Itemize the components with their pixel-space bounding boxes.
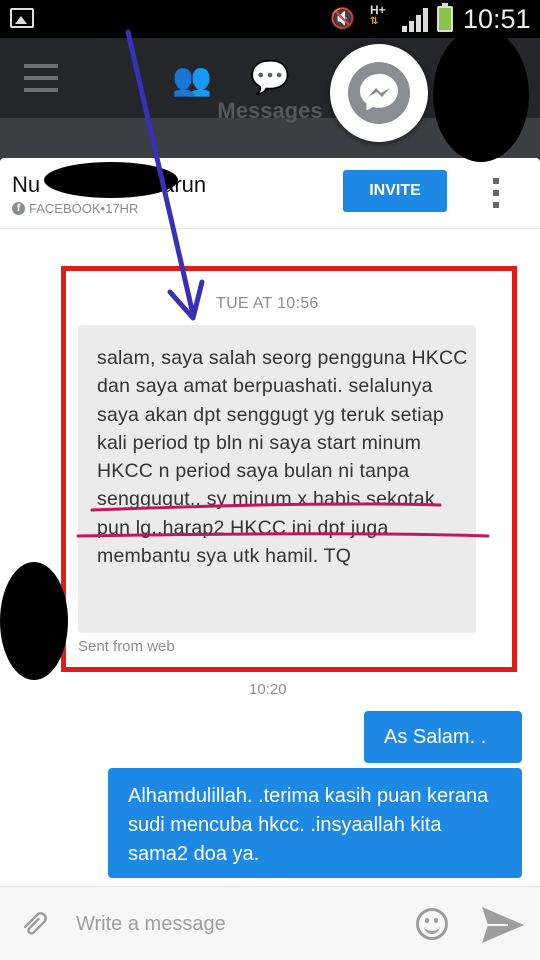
gallery-icon — [10, 8, 34, 28]
facebook-icon: f — [12, 202, 25, 215]
outgoing-message-bubble[interactable]: Alhamdulillah. .terima kasih puan kerana… — [108, 768, 522, 878]
signal-icon — [402, 8, 430, 32]
chat-icon[interactable]: 💬 — [250, 58, 290, 96]
contact-source: f FACEBOOK • 17HR — [12, 201, 138, 216]
outgoing-message-bubble[interactable]: As Salam. . — [364, 711, 522, 763]
message-composer — [0, 886, 540, 960]
status-bar: 🔇 H+ ⇅ 10:51 — [0, 0, 540, 38]
paperclip-icon[interactable] — [12, 901, 57, 946]
friends-icon[interactable]: 👥 — [172, 60, 212, 98]
overflow-menu-icon[interactable] — [493, 178, 499, 208]
redaction-mark — [433, 28, 529, 162]
contact-source-label: FACEBOOK — [29, 201, 101, 216]
highlight-box — [61, 266, 517, 672]
vibrate-mute-icon: 🔇 — [330, 8, 355, 30]
data-arrows-icon: ⇅ — [370, 16, 379, 27]
divider — [0, 228, 540, 229]
send-icon[interactable] — [480, 905, 526, 945]
contact-last-active: 17HR — [105, 201, 139, 216]
contact-name-start: Nu — [12, 172, 41, 197]
redaction-mark — [44, 162, 178, 198]
conversation-panel: Nu arun f FACEBOOK • 17HR INVITE TUE AT 1… — [0, 158, 540, 960]
emoji-icon[interactable] — [416, 908, 448, 940]
redaction-mark — [0, 562, 68, 680]
time-stamp: 10:20 — [249, 681, 287, 698]
menu-icon[interactable] — [24, 64, 58, 92]
invite-button[interactable]: INVITE — [343, 170, 447, 212]
messenger-chat-head[interactable] — [330, 44, 428, 142]
battery-icon — [437, 3, 453, 32]
network-type-label: H+ — [370, 3, 386, 17]
network-indicator: H+ ⇅ — [370, 4, 386, 28]
message-input[interactable] — [76, 901, 396, 947]
messenger-icon — [348, 62, 410, 124]
